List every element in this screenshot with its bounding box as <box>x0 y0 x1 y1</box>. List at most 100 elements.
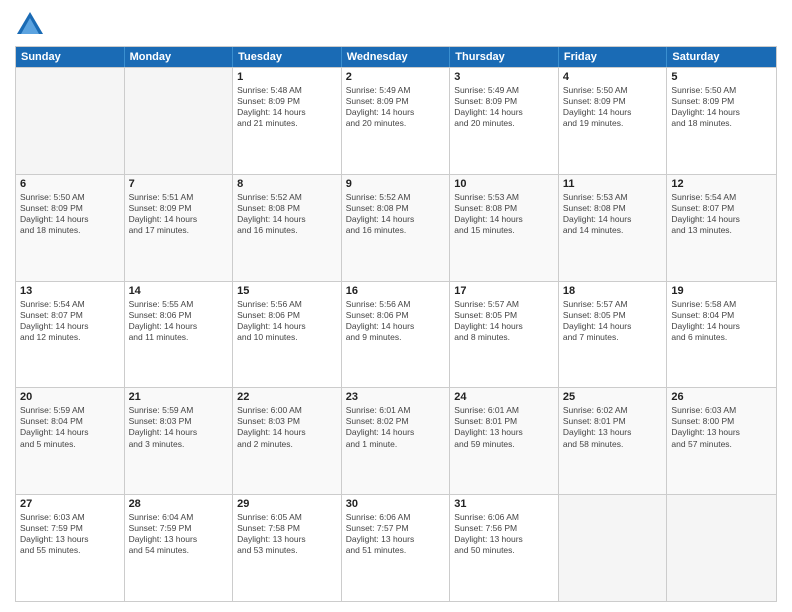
day-number: 5 <box>671 71 772 83</box>
day-info: Sunrise: 5:58 AM Sunset: 8:04 PM Dayligh… <box>671 299 772 343</box>
weekday-header: Saturday <box>667 47 776 67</box>
day-info: Sunrise: 5:59 AM Sunset: 8:03 PM Dayligh… <box>129 405 229 449</box>
calendar-cell: 28 Sunrise: 6:04 AM Sunset: 7:59 PM Dayli… <box>125 495 234 601</box>
day-info: Sunrise: 6:03 AM Sunset: 7:59 PM Dayligh… <box>20 512 120 556</box>
day-number: 16 <box>346 285 446 297</box>
calendar-cell: 20 Sunrise: 5:59 AM Sunset: 8:04 PM Dayli… <box>16 388 125 494</box>
day-number: 18 <box>563 285 663 297</box>
calendar-cell: 19 Sunrise: 5:58 AM Sunset: 8:04 PM Dayli… <box>667 282 776 388</box>
day-number: 8 <box>237 178 337 190</box>
calendar-cell: 11 Sunrise: 5:53 AM Sunset: 8:08 PM Dayli… <box>559 175 668 281</box>
day-info: Sunrise: 5:54 AM Sunset: 8:07 PM Dayligh… <box>671 192 772 236</box>
day-number: 11 <box>563 178 663 190</box>
logo-icon <box>15 10 45 40</box>
day-number: 6 <box>20 178 120 190</box>
calendar-cell: 6 Sunrise: 5:50 AM Sunset: 8:09 PM Daylig… <box>16 175 125 281</box>
calendar-cell <box>125 68 234 174</box>
header <box>15 10 777 40</box>
day-number: 26 <box>671 391 772 403</box>
calendar-row: 6 Sunrise: 5:50 AM Sunset: 8:09 PM Daylig… <box>16 174 776 281</box>
calendar-cell: 1Sunrise: 5:48 AM Sunset: 8:09 PM Daylig… <box>233 68 342 174</box>
day-info: Sunrise: 6:05 AM Sunset: 7:58 PM Dayligh… <box>237 512 337 556</box>
calendar-row: 13Sunrise: 5:54 AM Sunset: 8:07 PM Dayli… <box>16 281 776 388</box>
calendar-row: 20 Sunrise: 5:59 AM Sunset: 8:04 PM Dayli… <box>16 387 776 494</box>
day-number: 21 <box>129 391 229 403</box>
day-number: 17 <box>454 285 554 297</box>
calendar-cell: 26 Sunrise: 6:03 AM Sunset: 8:00 PM Dayli… <box>667 388 776 494</box>
day-info: Sunrise: 5:52 AM Sunset: 8:08 PM Dayligh… <box>237 192 337 236</box>
day-number: 29 <box>237 498 337 510</box>
weekday-header: Tuesday <box>233 47 342 67</box>
calendar-body: 1Sunrise: 5:48 AM Sunset: 8:09 PM Daylig… <box>16 67 776 601</box>
calendar-cell <box>16 68 125 174</box>
day-number: 25 <box>563 391 663 403</box>
weekday-header: Friday <box>559 47 668 67</box>
calendar-cell <box>667 495 776 601</box>
day-info: Sunrise: 5:50 AM Sunset: 8:09 PM Dayligh… <box>20 192 120 236</box>
weekday-header: Monday <box>125 47 234 67</box>
day-number: 28 <box>129 498 229 510</box>
day-info: Sunrise: 5:49 AM Sunset: 8:09 PM Dayligh… <box>454 85 554 129</box>
weekday-header: Sunday <box>16 47 125 67</box>
day-number: 20 <box>20 391 120 403</box>
day-info: Sunrise: 6:03 AM Sunset: 8:00 PM Dayligh… <box>671 405 772 449</box>
day-info: Sunrise: 6:01 AM Sunset: 8:02 PM Dayligh… <box>346 405 446 449</box>
day-info: Sunrise: 5:48 AM Sunset: 8:09 PM Dayligh… <box>237 85 337 129</box>
calendar-row: 1Sunrise: 5:48 AM Sunset: 8:09 PM Daylig… <box>16 67 776 174</box>
day-info: Sunrise: 5:50 AM Sunset: 8:09 PM Dayligh… <box>671 85 772 129</box>
calendar-cell: 17 Sunrise: 5:57 AM Sunset: 8:05 PM Dayli… <box>450 282 559 388</box>
calendar-cell: 9Sunrise: 5:52 AM Sunset: 8:08 PM Daylig… <box>342 175 451 281</box>
day-number: 14 <box>129 285 229 297</box>
weekday-header: Wednesday <box>342 47 451 67</box>
calendar: SundayMondayTuesdayWednesdayThursdayFrid… <box>15 46 777 602</box>
calendar-cell: 24 Sunrise: 6:01 AM Sunset: 8:01 PM Dayli… <box>450 388 559 494</box>
day-info: Sunrise: 5:50 AM Sunset: 8:09 PM Dayligh… <box>563 85 663 129</box>
day-number: 23 <box>346 391 446 403</box>
calendar-cell: 12 Sunrise: 5:54 AM Sunset: 8:07 PM Dayli… <box>667 175 776 281</box>
calendar-cell: 15Sunrise: 5:56 AM Sunset: 8:06 PM Dayli… <box>233 282 342 388</box>
day-info: Sunrise: 6:01 AM Sunset: 8:01 PM Dayligh… <box>454 405 554 449</box>
day-info: Sunrise: 5:53 AM Sunset: 8:08 PM Dayligh… <box>563 192 663 236</box>
calendar-header: SundayMondayTuesdayWednesdayThursdayFrid… <box>16 47 776 67</box>
day-number: 19 <box>671 285 772 297</box>
weekday-header: Thursday <box>450 47 559 67</box>
calendar-cell: 5 Sunrise: 5:50 AM Sunset: 8:09 PM Daylig… <box>667 68 776 174</box>
day-number: 31 <box>454 498 554 510</box>
day-info: Sunrise: 5:49 AM Sunset: 8:09 PM Dayligh… <box>346 85 446 129</box>
calendar-cell: 27 Sunrise: 6:03 AM Sunset: 7:59 PM Dayli… <box>16 495 125 601</box>
calendar-cell: 14 Sunrise: 5:55 AM Sunset: 8:06 PM Dayli… <box>125 282 234 388</box>
day-number: 7 <box>129 178 229 190</box>
day-info: Sunrise: 5:57 AM Sunset: 8:05 PM Dayligh… <box>454 299 554 343</box>
day-info: Sunrise: 6:02 AM Sunset: 8:01 PM Dayligh… <box>563 405 663 449</box>
calendar-cell: 21 Sunrise: 5:59 AM Sunset: 8:03 PM Dayli… <box>125 388 234 494</box>
day-info: Sunrise: 6:06 AM Sunset: 7:56 PM Dayligh… <box>454 512 554 556</box>
day-number: 24 <box>454 391 554 403</box>
day-info: Sunrise: 5:51 AM Sunset: 8:09 PM Dayligh… <box>129 192 229 236</box>
day-info: Sunrise: 5:59 AM Sunset: 8:04 PM Dayligh… <box>20 405 120 449</box>
day-number: 13 <box>20 285 120 297</box>
day-info: Sunrise: 6:00 AM Sunset: 8:03 PM Dayligh… <box>237 405 337 449</box>
day-info: Sunrise: 6:04 AM Sunset: 7:59 PM Dayligh… <box>129 512 229 556</box>
calendar-cell: 10Sunrise: 5:53 AM Sunset: 8:08 PM Dayli… <box>450 175 559 281</box>
day-info: Sunrise: 5:56 AM Sunset: 8:06 PM Dayligh… <box>346 299 446 343</box>
calendar-row: 27 Sunrise: 6:03 AM Sunset: 7:59 PM Dayli… <box>16 494 776 601</box>
day-number: 3 <box>454 71 554 83</box>
calendar-cell: 31 Sunrise: 6:06 AM Sunset: 7:56 PM Dayli… <box>450 495 559 601</box>
calendar-cell: 4 Sunrise: 5:50 AM Sunset: 8:09 PM Daylig… <box>559 68 668 174</box>
day-number: 22 <box>237 391 337 403</box>
day-info: Sunrise: 5:53 AM Sunset: 8:08 PM Dayligh… <box>454 192 554 236</box>
calendar-cell: 18Sunrise: 5:57 AM Sunset: 8:05 PM Dayli… <box>559 282 668 388</box>
day-number: 9 <box>346 178 446 190</box>
calendar-cell: 22 Sunrise: 6:00 AM Sunset: 8:03 PM Dayli… <box>233 388 342 494</box>
day-number: 4 <box>563 71 663 83</box>
day-number: 15 <box>237 285 337 297</box>
day-info: Sunrise: 5:55 AM Sunset: 8:06 PM Dayligh… <box>129 299 229 343</box>
day-number: 27 <box>20 498 120 510</box>
logo <box>15 10 49 40</box>
calendar-cell: 2 Sunrise: 5:49 AM Sunset: 8:09 PM Daylig… <box>342 68 451 174</box>
day-number: 2 <box>346 71 446 83</box>
calendar-cell <box>559 495 668 601</box>
day-number: 12 <box>671 178 772 190</box>
calendar-cell: 29 Sunrise: 6:05 AM Sunset: 7:58 PM Dayli… <box>233 495 342 601</box>
page: SundayMondayTuesdayWednesdayThursdayFrid… <box>0 0 792 612</box>
